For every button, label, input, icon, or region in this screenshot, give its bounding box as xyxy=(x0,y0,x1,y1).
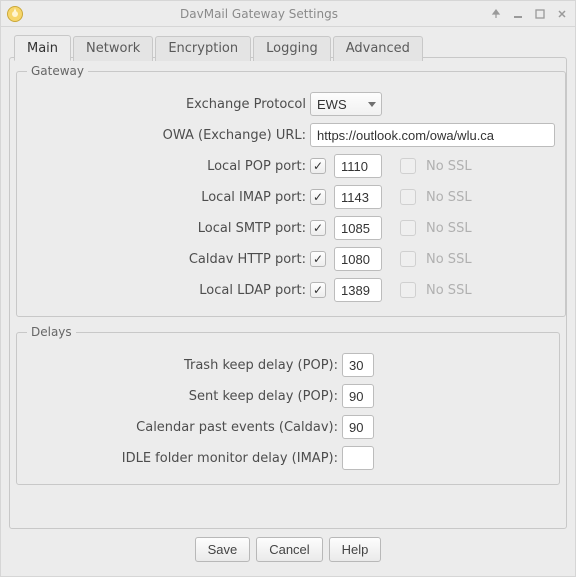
exchange-protocol-label: Exchange Protocol xyxy=(27,97,310,112)
owa-url-label: OWA (Exchange) URL: xyxy=(27,128,310,143)
idle-delay-input[interactable] xyxy=(342,446,374,470)
caldav-nossl-checkbox[interactable] xyxy=(400,251,416,267)
owa-url-input[interactable] xyxy=(310,123,555,147)
minimize-icon[interactable] xyxy=(511,7,525,21)
maximize-icon[interactable] xyxy=(533,7,547,21)
pop-enabled-checkbox[interactable] xyxy=(310,158,326,174)
smtp-port-label: Local SMTP port: xyxy=(27,221,310,236)
smtp-nossl-label: No SSL xyxy=(426,221,472,236)
button-bar: Save Cancel Help xyxy=(9,529,567,572)
caldav-port-input[interactable] xyxy=(334,247,382,271)
tab-panel: Gateway Exchange Protocol EWS xyxy=(9,57,567,529)
tab-encryption[interactable]: Encryption xyxy=(155,36,251,61)
titlebar: DavMail Gateway Settings xyxy=(1,1,575,27)
content-area: Main Network Encryption Logging Advanced… xyxy=(1,27,575,576)
delays-legend: Delays xyxy=(27,325,76,339)
tab-network[interactable]: Network xyxy=(73,36,153,61)
sent-delay-input[interactable] xyxy=(342,384,374,408)
keep-above-icon[interactable] xyxy=(489,7,503,21)
gateway-group: Gateway Exchange Protocol EWS xyxy=(16,64,566,317)
imap-port-label: Local IMAP port: xyxy=(27,190,310,205)
pop-port-label: Local POP port: xyxy=(27,159,310,174)
tab-main[interactable]: Main xyxy=(14,35,71,61)
imap-nossl-checkbox[interactable] xyxy=(400,189,416,205)
close-icon[interactable] xyxy=(555,7,569,21)
caldav-nossl-label: No SSL xyxy=(426,252,472,267)
ldap-nossl-label: No SSL xyxy=(426,283,472,298)
ldap-enabled-checkbox[interactable] xyxy=(310,282,326,298)
exchange-protocol-select[interactable]: EWS xyxy=(310,92,382,116)
tab-logging[interactable]: Logging xyxy=(253,36,331,61)
imap-enabled-checkbox[interactable] xyxy=(310,189,326,205)
caldav-past-label: Calendar past events (Caldav): xyxy=(27,420,342,435)
pop-port-input[interactable] xyxy=(334,154,382,178)
trash-delay-input[interactable] xyxy=(342,353,374,377)
gateway-legend: Gateway xyxy=(27,64,88,78)
window-title: DavMail Gateway Settings xyxy=(29,7,489,21)
tab-advanced[interactable]: Advanced xyxy=(333,36,423,61)
help-button[interactable]: Help xyxy=(329,537,382,562)
delays-group: Delays Trash keep delay (POP): Sent keep… xyxy=(16,325,560,485)
imap-nossl-label: No SSL xyxy=(426,190,472,205)
smtp-nossl-checkbox[interactable] xyxy=(400,220,416,236)
app-icon xyxy=(7,6,23,22)
pop-nossl-checkbox[interactable] xyxy=(400,158,416,174)
idle-delay-label: IDLE folder monitor delay (IMAP): xyxy=(27,451,342,466)
sent-delay-label: Sent keep delay (POP): xyxy=(27,389,342,404)
smtp-port-input[interactable] xyxy=(334,216,382,240)
settings-window: DavMail Gateway Settings Main Network En… xyxy=(0,0,576,577)
cancel-button[interactable]: Cancel xyxy=(256,537,322,562)
ldap-nossl-checkbox[interactable] xyxy=(400,282,416,298)
imap-port-input[interactable] xyxy=(334,185,382,209)
save-button[interactable]: Save xyxy=(195,537,251,562)
trash-delay-label: Trash keep delay (POP): xyxy=(27,358,342,373)
smtp-enabled-checkbox[interactable] xyxy=(310,220,326,236)
ldap-port-label: Local LDAP port: xyxy=(27,283,310,298)
caldav-enabled-checkbox[interactable] xyxy=(310,251,326,267)
ldap-port-input[interactable] xyxy=(334,278,382,302)
tabs: Main Network Encryption Logging Advanced… xyxy=(9,35,567,529)
caldav-past-input[interactable] xyxy=(342,415,374,439)
pop-nossl-label: No SSL xyxy=(426,159,472,174)
caldav-port-label: Caldav HTTP port: xyxy=(27,252,310,267)
